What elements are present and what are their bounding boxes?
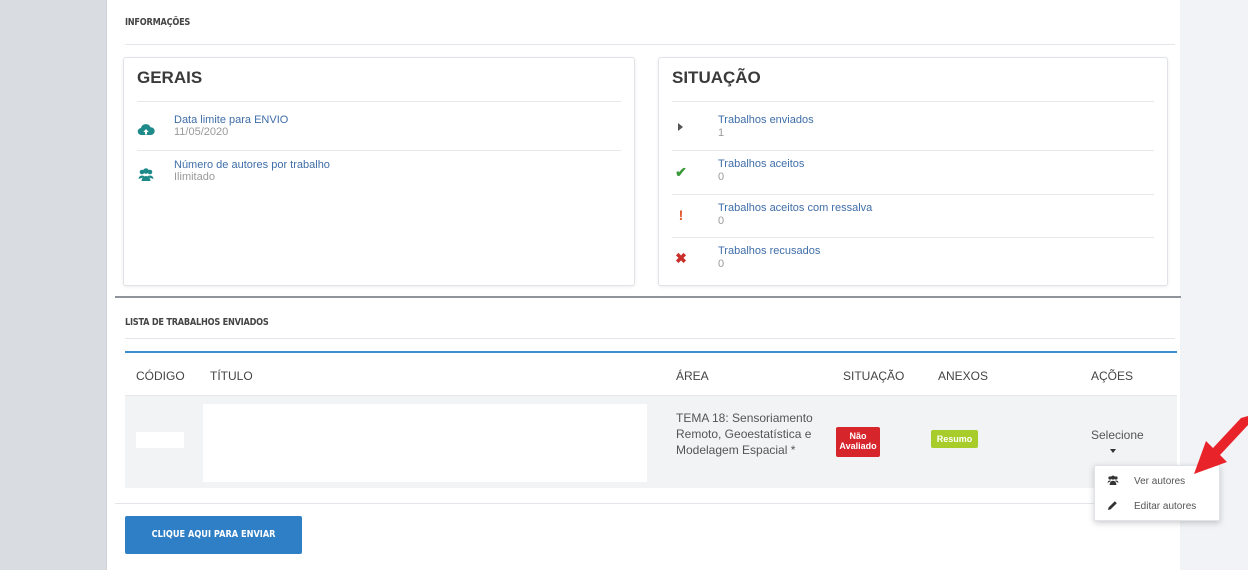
col-header-codigo: CÓDIGO xyxy=(136,369,185,383)
section-divider xyxy=(115,296,1181,298)
check-icon: ✔ xyxy=(675,164,687,180)
rejected-value: 0 xyxy=(718,258,725,270)
gerais-title: GERAIS xyxy=(137,68,203,87)
accepted-label[interactable]: Trabalhos aceitos xyxy=(718,158,804,170)
situacao-row-divider xyxy=(672,194,1154,195)
situacao-panel: SITUAÇÃO Trabalhos enviados 1 ✔ Trabalho… xyxy=(658,57,1168,286)
sent-value: 1 xyxy=(718,127,725,139)
send-work-button[interactable]: CLIQUE AQUI PARA ENVIAR xyxy=(125,516,302,554)
pencil-icon xyxy=(1107,500,1118,514)
menu-item-editar-autores[interactable]: Editar autores xyxy=(1095,495,1219,519)
main-content: INFORMAÇÕES GERAIS Data limite para ENVI… xyxy=(106,0,1181,570)
exclamation-icon: ! xyxy=(678,207,684,223)
col-header-acoes: AÇÕES xyxy=(1091,369,1134,383)
deadline-label: Data limite para ENVIO xyxy=(174,114,289,126)
situacao-row-divider xyxy=(672,150,1154,151)
situacao-row-sent: Trabalhos enviados 1 xyxy=(672,114,1154,144)
situacao-title-divider xyxy=(672,101,1154,102)
accepted-with-reservation-value: 0 xyxy=(718,215,725,227)
situacao-row-divider xyxy=(672,237,1154,238)
gerais-title-divider xyxy=(137,101,621,102)
authors-per-work-value: Ilimitado xyxy=(174,171,215,183)
info-row-deadline: Data limite para ENVIO 11/05/2020 xyxy=(137,114,621,144)
times-icon: ✖ xyxy=(675,250,687,266)
sent-label[interactable]: Trabalhos enviados xyxy=(718,114,814,126)
gerais-row-divider xyxy=(137,150,621,151)
accepted-with-reservation-label[interactable]: Trabalhos aceitos com ressalva xyxy=(718,202,872,214)
list-section-title: LISTA DE TRABALHOS ENVIADOS xyxy=(125,317,269,328)
menu-item-label: Ver autores xyxy=(1134,476,1186,487)
menu-item-label: Editar autores xyxy=(1134,501,1197,512)
table-row: TEMA 18: Sensoriamento Remoto, Geoestatí… xyxy=(125,396,1177,488)
left-sidebar-gutter xyxy=(0,0,106,570)
actions-select[interactable]: Selecione xyxy=(1091,428,1144,442)
rejected-label[interactable]: Trabalhos recusados xyxy=(718,245,820,257)
table-header-border xyxy=(125,351,1177,353)
col-header-titulo: TÍTULO xyxy=(210,369,253,383)
info-row-authors: Número de autores por trabalho Ilimitado xyxy=(137,159,621,189)
col-header-area: ÁREA xyxy=(676,369,709,383)
gerais-panel: GERAIS Data limite para ENVIO 11/05/2020 xyxy=(123,57,635,286)
send-work-button-label: CLIQUE AQUI PARA ENVIAR xyxy=(151,529,276,540)
titulo-cell xyxy=(203,404,647,482)
situacao-title: SITUAÇÃO xyxy=(672,68,761,87)
chevron-down-icon[interactable] xyxy=(1109,448,1117,454)
cloud-upload-icon xyxy=(137,121,155,139)
users-icon xyxy=(137,166,155,184)
col-header-situacao: SITUAÇÃO xyxy=(843,369,905,383)
table-bottom-divider xyxy=(115,503,1181,504)
attachment-badge-resumo[interactable]: Resumo xyxy=(931,430,978,448)
situacao-row-rejected: ✖ Trabalhos recusados 0 xyxy=(672,245,1154,275)
situacao-row-accepted: ✔ Trabalhos aceitos 0 xyxy=(672,158,1154,188)
works-table: CÓDIGO TÍTULO ÁREA SITUAÇÃO ANEXOS AÇÕES… xyxy=(125,351,1177,491)
info-section-title: INFORMAÇÕES xyxy=(125,17,191,28)
users-icon xyxy=(1107,475,1119,489)
caret-right-icon xyxy=(672,119,690,137)
deadline-value: 11/05/2020 xyxy=(174,126,229,138)
area-cell: TEMA 18: Sensoriamento Remoto, Geoestatí… xyxy=(676,411,813,457)
authors-per-work-label: Número de autores por trabalho xyxy=(174,159,330,171)
list-section-divider xyxy=(125,338,1175,339)
situacao-row-accepted-with-reservation: ! Trabalhos aceitos com ressalva 0 xyxy=(672,202,1154,232)
status-badge: Não Avaliado xyxy=(836,427,880,457)
accepted-value: 0 xyxy=(718,171,725,183)
info-section-divider xyxy=(125,44,1175,45)
codigo-cell xyxy=(136,432,184,448)
red-arrow-annotation xyxy=(1194,416,1248,474)
col-header-anexos: ANEXOS xyxy=(938,369,989,383)
